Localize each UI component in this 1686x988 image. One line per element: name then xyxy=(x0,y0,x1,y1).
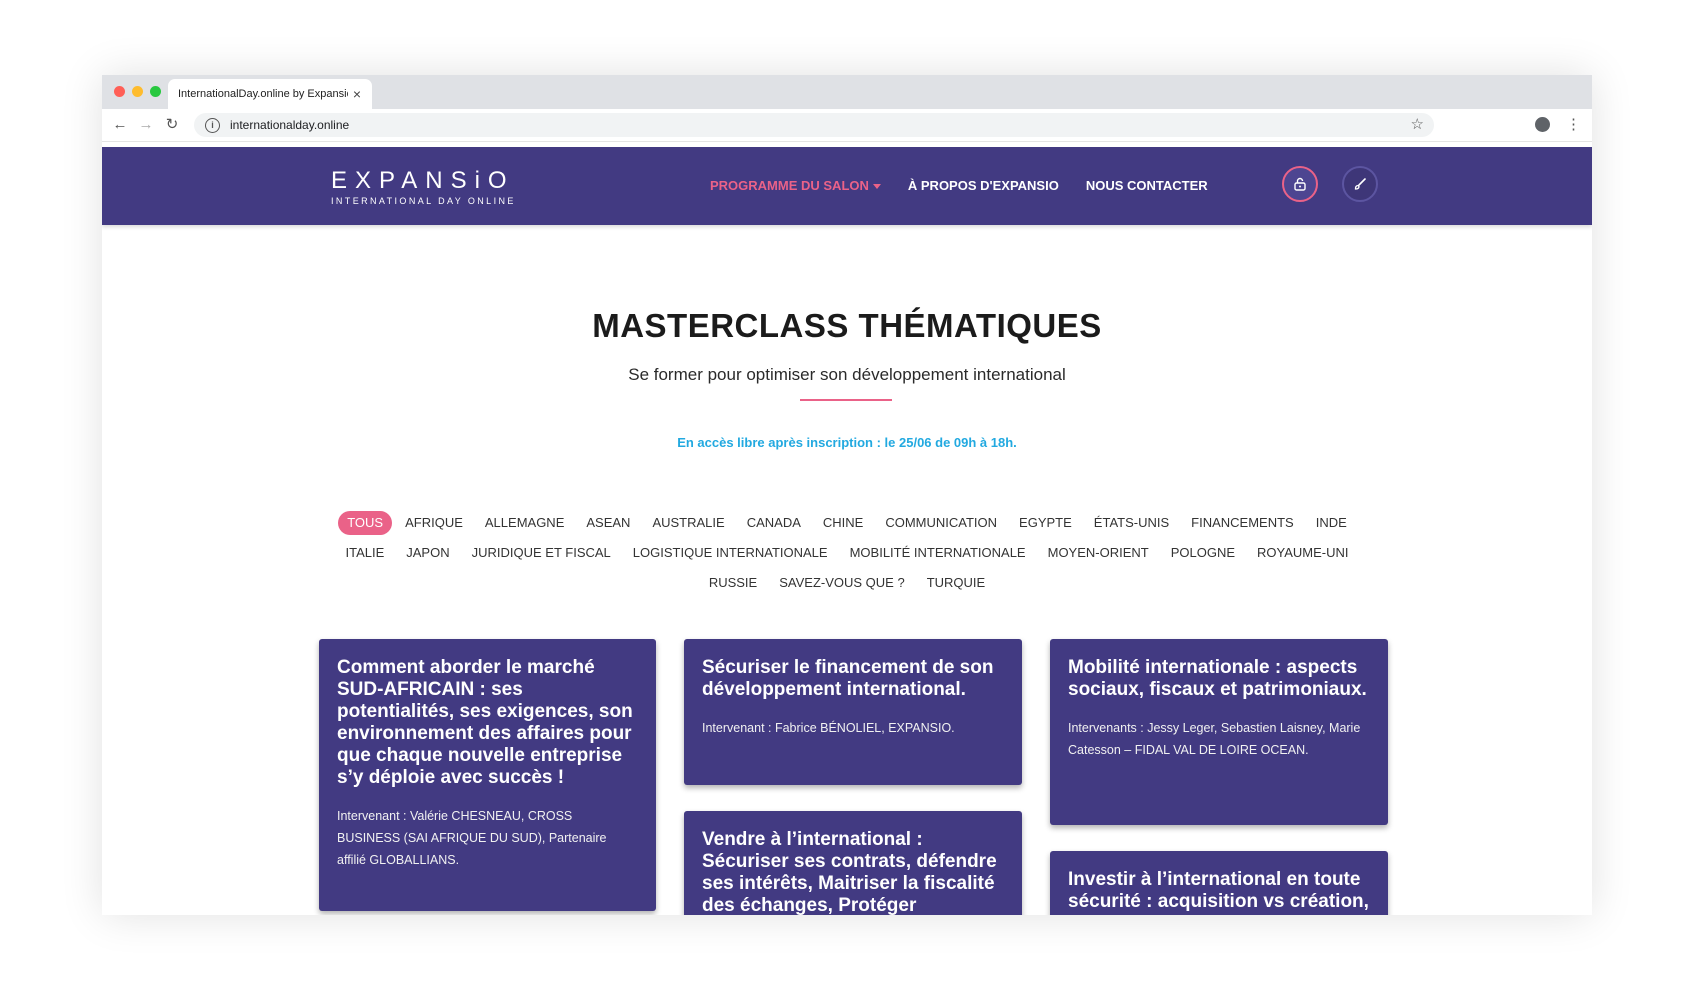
window-controls xyxy=(114,86,161,97)
site-logo[interactable]: EXPANSiO INTERNATIONAL DAY ONLINE xyxy=(331,167,516,207)
filter-chip[interactable]: AFRIQUE xyxy=(396,511,472,535)
bookmark-star-icon[interactable]: ☆ xyxy=(1411,115,1424,133)
filter-chip[interactable]: TOUS xyxy=(338,511,393,535)
filter-chip[interactable]: EGYPTE xyxy=(1010,511,1081,535)
filter-chip[interactable]: ASEAN xyxy=(577,511,639,535)
register-button[interactable] xyxy=(1342,166,1378,202)
info-icon[interactable]: i xyxy=(205,117,220,133)
filter-chip[interactable]: LOGISTIQUE INTERNATIONALE xyxy=(624,541,837,565)
access-note: En accès libre après inscription : le 25… xyxy=(677,435,1017,450)
lock-icon xyxy=(1294,177,1306,191)
filter-chip[interactable]: JURIDIQUE ET FISCAL xyxy=(463,541,620,565)
caret-down-icon xyxy=(872,184,881,190)
browser-toolbar: ← → ↻ i internationalday.online ☆ ⋮ xyxy=(102,109,1592,142)
masterclass-card-afrique[interactable]: Comment aborder le marché SUD-AFRICAIN :… xyxy=(319,639,656,911)
filter-chip[interactable]: TURQUIE xyxy=(918,571,995,595)
filter-chip[interactable]: CHINE xyxy=(814,511,872,535)
web-page: EXPANSiO INTERNATIONAL DAY ONLINE PROGRA… xyxy=(102,147,1592,915)
card-title[interactable]: Vendre à l’international : Sécuriser ses… xyxy=(702,829,1004,915)
tab-title: InternationalDay.online by Expansio xyxy=(178,88,348,100)
filter-chip[interactable]: CANADA xyxy=(738,511,810,535)
filter-chip[interactable]: RUSSIE xyxy=(700,571,766,595)
browser-tab[interactable]: InternationalDay.online by Expansio × xyxy=(168,79,372,109)
filter-chip[interactable]: JAPON xyxy=(397,541,458,565)
nav-programme[interactable]: PROGRAMME DU SALON xyxy=(710,178,881,193)
card-title[interactable]: Mobilité internationale : aspects sociau… xyxy=(1068,657,1370,701)
card-title[interactable]: Investir à l’international en toute sécu… xyxy=(1068,869,1370,915)
card-title[interactable]: Comment aborder le marché SUD-AFRICAIN :… xyxy=(337,657,638,789)
nav-apropos[interactable]: À PROPOS D'EXPANSIO xyxy=(908,178,1059,193)
title-divider xyxy=(800,399,892,401)
address-bar[interactable]: i internationalday.online ☆ xyxy=(194,113,1434,137)
masterclass-card-investir[interactable]: Investir à l’international en toute sécu… xyxy=(1050,851,1388,915)
nav-programme-label: PROGRAMME DU SALON xyxy=(710,178,869,193)
logo-tagline: INTERNATIONAL DAY ONLINE xyxy=(331,196,516,206)
tab-strip: InternationalDay.online by Expansio × xyxy=(102,75,1592,109)
forward-arrow-icon[interactable]: → xyxy=(136,115,156,135)
filter-chip[interactable]: INDE xyxy=(1307,511,1356,535)
site-header: EXPANSiO INTERNATIONAL DAY ONLINE PROGRA… xyxy=(102,147,1592,225)
nav-contact[interactable]: NOUS CONTACTER xyxy=(1086,178,1208,193)
close-tab-icon[interactable]: × xyxy=(348,86,366,102)
masterclass-card-vendre[interactable]: Vendre à l’international : Sécuriser ses… xyxy=(684,811,1022,915)
filter-chip[interactable]: ALLEMAGNE xyxy=(476,511,573,535)
main-nav: PROGRAMME DU SALON À PROPOS D'EXPANSIO N… xyxy=(710,178,1208,193)
page-subtitle: Se former pour optimiser son développeme… xyxy=(628,365,1066,384)
menu-kebab-icon[interactable]: ⋮ xyxy=(1566,115,1581,135)
card-speaker: Intervenants : Jessy Leger, Sebastien La… xyxy=(1068,721,1361,757)
close-window-icon[interactable] xyxy=(114,86,125,97)
filter-chip[interactable]: ROYAUME-UNI xyxy=(1248,541,1357,565)
filter-chip[interactable]: ITALIE xyxy=(336,541,393,565)
card-speaker: Intervenant : Valérie CHESNEAU, CROSS BU… xyxy=(337,809,607,867)
login-button[interactable] xyxy=(1282,166,1318,202)
url-text[interactable]: internationalday.online xyxy=(230,118,349,132)
account-icon[interactable] xyxy=(1535,117,1550,132)
filter-chip[interactable]: ÉTATS-UNIS xyxy=(1085,511,1178,535)
page-title: MASTERCLASS THÉMATIQUES xyxy=(592,307,1102,344)
masterclass-card-mobilite[interactable]: Mobilité internationale : aspects sociau… xyxy=(1050,639,1388,825)
brush-icon xyxy=(1354,178,1366,190)
filter-bar: TOUS AFRIQUE ALLEMAGNE ASEAN AUSTRALIE CANADA… xyxy=(309,508,1385,598)
minimize-window-icon[interactable] xyxy=(132,86,143,97)
filter-chip[interactable]: COMMUNICATION xyxy=(876,511,1006,535)
logo-wordmark: EXPANSiO xyxy=(331,167,515,194)
filter-chip[interactable]: AUSTRALIE xyxy=(643,511,733,535)
card-speaker: Intervenant : Fabrice BÉNOLIEL, EXPANSIO… xyxy=(702,721,955,735)
filter-chip[interactable]: FINANCEMENTS xyxy=(1182,511,1303,535)
masterclass-card-financement[interactable]: Sécuriser le financement de son développ… xyxy=(684,639,1022,785)
filter-chip[interactable]: MOYEN-ORIENT xyxy=(1039,541,1158,565)
filter-chip[interactable]: POLOGNE xyxy=(1162,541,1244,565)
maximize-window-icon[interactable] xyxy=(150,86,161,97)
card-title[interactable]: Sécuriser le financement de son développ… xyxy=(702,657,1004,701)
filter-chip[interactable]: MOBILITÉ INTERNATIONALE xyxy=(841,541,1035,565)
browser-window: InternationalDay.online by Expansio × ← … xyxy=(102,75,1592,915)
back-arrow-icon[interactable]: ← xyxy=(110,115,130,135)
reload-icon[interactable]: ↻ xyxy=(162,115,182,135)
filter-chip[interactable]: SAVEZ-VOUS QUE ? xyxy=(770,571,913,595)
